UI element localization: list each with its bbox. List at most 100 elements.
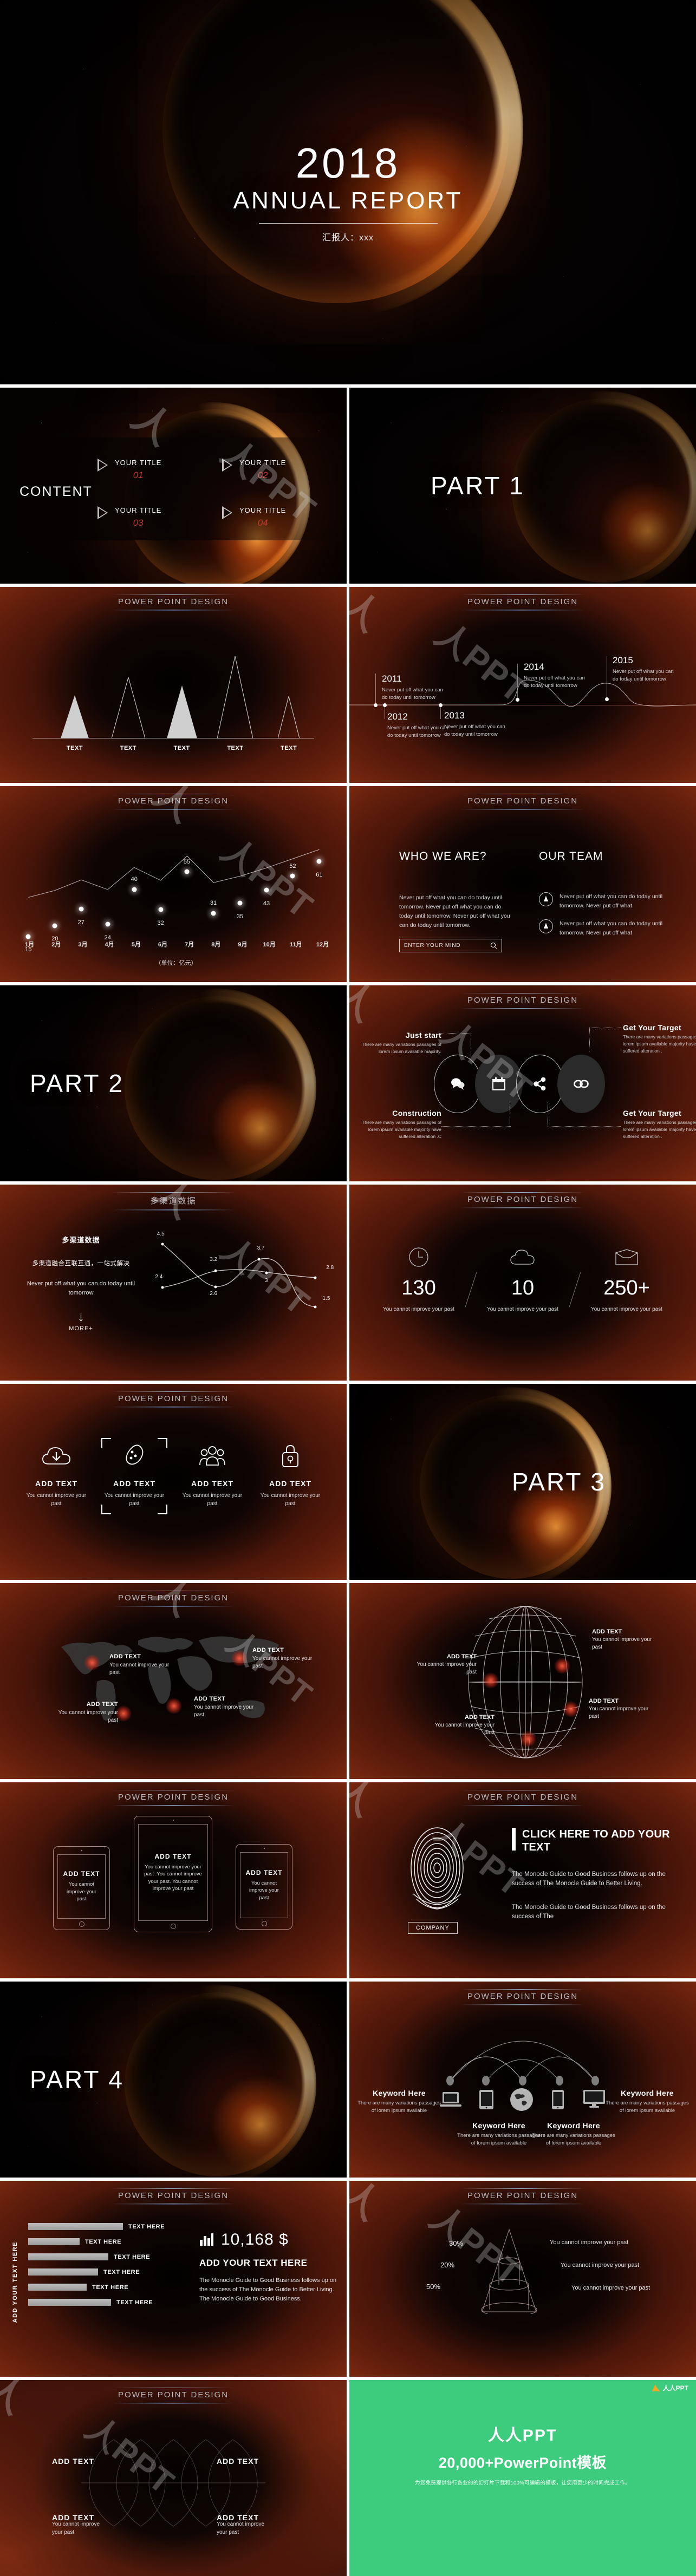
content-item-number: 01	[133, 470, 144, 480]
mesh-text-3: You cannot improve your past	[52, 2521, 100, 2535]
slide-deck: 2018 ANNUAL REPORT 汇报人：xxx CONTENT YOUR …	[0, 0, 696, 2576]
icon-card-3[interactable]: ADD TEXT You cannot improve your past	[177, 1440, 248, 1508]
bar-fill	[28, 2223, 123, 2230]
company-badge[interactable]: COMPANY	[408, 1922, 458, 1934]
data-point	[237, 900, 243, 906]
laptop-icon[interactable]	[440, 2091, 461, 2111]
map-label-2: ADD TEXT You cannot improve your past	[53, 1701, 118, 1724]
ending-headline: 20,000+PowerPoint模板	[438, 2454, 607, 2471]
section-title-text: POWER POINT DESIGN	[118, 2390, 229, 2400]
slide-pyramid: POWER POINT DESIGN 30% 20% 50% You canno…	[349, 2181, 696, 2377]
map-marker[interactable]	[84, 1655, 100, 1671]
section-title: POWER POINT DESIGN	[349, 1989, 696, 2005]
section-title-text: 多渠道数据	[150, 1197, 197, 1206]
circle-calendar[interactable]	[475, 1055, 523, 1113]
more-button[interactable]: MORE+	[23, 1325, 139, 1332]
stat-card-1: 130 You cannot improve your past	[378, 1245, 459, 1314]
slide-ending-green: 人人PPT 人人PPT 20,000+PowerPoint模板 为您免费提供各行…	[349, 2380, 696, 2576]
data-point	[314, 1276, 317, 1279]
timeline-text: Never put off what you can do today unti…	[387, 725, 448, 739]
section-title-text: POWER POINT DESIGN	[467, 2191, 578, 2200]
circle-label-text: There are many variations passages of lo…	[623, 1034, 696, 1054]
link-icon	[574, 1080, 589, 1088]
slide-keywords: POWER POINT DESIGN Keyword Here There ar…	[349, 1982, 696, 2178]
company-badge-wrap: COMPANY	[408, 1922, 458, 1934]
circle-label-text: There are many variations passages of lo…	[623, 1120, 696, 1139]
bars-subheading: ADD YOUR TEXT HERE	[199, 2258, 308, 2268]
share-icon	[534, 1077, 546, 1091]
circle-share[interactable]	[516, 1055, 564, 1113]
globe-marker[interactable]	[554, 1658, 570, 1674]
data-point	[184, 869, 190, 874]
map-marker[interactable]	[231, 1650, 248, 1666]
fingerprint-icon	[411, 1827, 464, 1910]
globe-marker[interactable]	[563, 1701, 579, 1717]
timeline-node	[374, 703, 378, 707]
timeline-stem	[375, 674, 376, 703]
eclipse-planet-icon	[125, 996, 309, 1180]
keyword-heading: Keyword Here	[621, 2089, 674, 2097]
icon-card-4[interactable]: ADD TEXT You cannot improve your past	[255, 1440, 326, 1508]
icon-card-text: You cannot improve your past	[182, 1493, 243, 1507]
row-5: 多渠道数据 多渠道数据 多渠道融合互联互通，一站式解决 Never put of…	[0, 1185, 696, 1381]
ending-subtitle: 为您免费提供各行各业的的幻灯片下载和100%可编辑的模板，让您用更少的时间完成工…	[415, 2480, 630, 2486]
eclipse-planet-icon	[512, 398, 696, 583]
data-point	[132, 887, 137, 892]
bar-row: TEXT HERE	[28, 2299, 191, 2306]
pyramid-percent-1: 30%	[449, 2239, 464, 2247]
world-map-graphic	[61, 1636, 279, 1721]
circle-link[interactable]	[557, 1055, 605, 1113]
bar-label: TEXT HERE	[128, 2223, 165, 2230]
map-marker[interactable]	[166, 1698, 182, 1714]
circle-label-heading: Just start	[405, 1031, 441, 1039]
content-item-01[interactable]: YOUR TITLE 01	[97, 458, 161, 481]
content-item-number: 02	[257, 470, 268, 480]
team-member-text: Never put off what you can do today unti…	[560, 920, 663, 936]
stat-value: 250+	[603, 1277, 650, 1299]
bar-fill	[28, 2238, 80, 2245]
timeline-entry-2015: 2015 Never put off what you can do today…	[613, 655, 678, 684]
data-label: 35	[236, 913, 244, 920]
phone-icon[interactable]	[552, 2090, 564, 2112]
content-item-02[interactable]: YOUR TITLE 02	[222, 458, 286, 481]
part-label: PART 2	[30, 1069, 124, 1097]
globe-marker[interactable]	[520, 1731, 536, 1747]
part-label: PART 3	[512, 1468, 606, 1496]
search-input[interactable]: ENTER YOUR MIND	[399, 939, 502, 952]
circle-chat[interactable]	[434, 1055, 482, 1113]
triangle-label: TEXT	[120, 745, 136, 751]
tablet-icon[interactable]	[479, 2090, 493, 2112]
icon-card-1[interactable]: ADD TEXT You cannot improve your past	[21, 1440, 92, 1508]
stat-value: 10	[511, 1277, 535, 1299]
icon-card-heading: ADD TEXT	[191, 1479, 233, 1488]
tablet-device-1[interactable]: ADD TEXT You cannot improve your past	[53, 1846, 110, 1930]
content-item-03[interactable]: YOUR TITLE 03	[97, 506, 161, 528]
data-label: 1.5	[322, 1296, 330, 1302]
content-item-04[interactable]: YOUR TITLE 04	[222, 506, 286, 528]
fingerprint-heading: CLICK HERE TO ADD YOUR TEXT	[522, 1828, 670, 1853]
slide-part-4: PART 4	[0, 1982, 347, 2178]
map-label-heading: ADD TEXT	[252, 1647, 284, 1653]
section-title: POWER POINT DESIGN	[349, 794, 696, 810]
stat-caption: You cannot improve your past	[383, 1306, 454, 1312]
icon-card-text: You cannot improve your past	[26, 1493, 87, 1507]
icon-card-2[interactable]: ADD TEXT You cannot improve your past	[99, 1438, 170, 1514]
timeline-year: 2011	[382, 674, 402, 684]
x-tick: 1月	[25, 942, 35, 948]
icon-card-heading: ADD TEXT	[269, 1479, 311, 1488]
monitor-icon[interactable]	[583, 2090, 605, 2111]
tablet-device-2[interactable]: ADD TEXT You cannot improve your past .Y…	[134, 1816, 212, 1932]
data-label: 32	[157, 919, 164, 926]
camera-dot-icon	[172, 1820, 174, 1821]
bars-axis-label: ADD YOUR TEXT HERE	[12, 2241, 18, 2323]
globe-marker[interactable]	[483, 1672, 499, 1689]
data-point	[52, 923, 57, 929]
keyword-node	[591, 2076, 599, 2085]
clock-icon	[378, 1245, 459, 1269]
globe-label-text: You cannot improve your past	[589, 1706, 649, 1719]
slide-bars: POWER POINT DESIGN ADD YOUR TEXT HERE TE…	[0, 2181, 347, 2377]
section-title-text: POWER POINT DESIGN	[467, 597, 578, 606]
amount-row: 10,168 $	[199, 2231, 337, 2249]
globe-icon[interactable]	[510, 2088, 534, 2114]
tablet-device-3[interactable]: ADD TEXT You cannot improve your past	[236, 1844, 292, 1930]
